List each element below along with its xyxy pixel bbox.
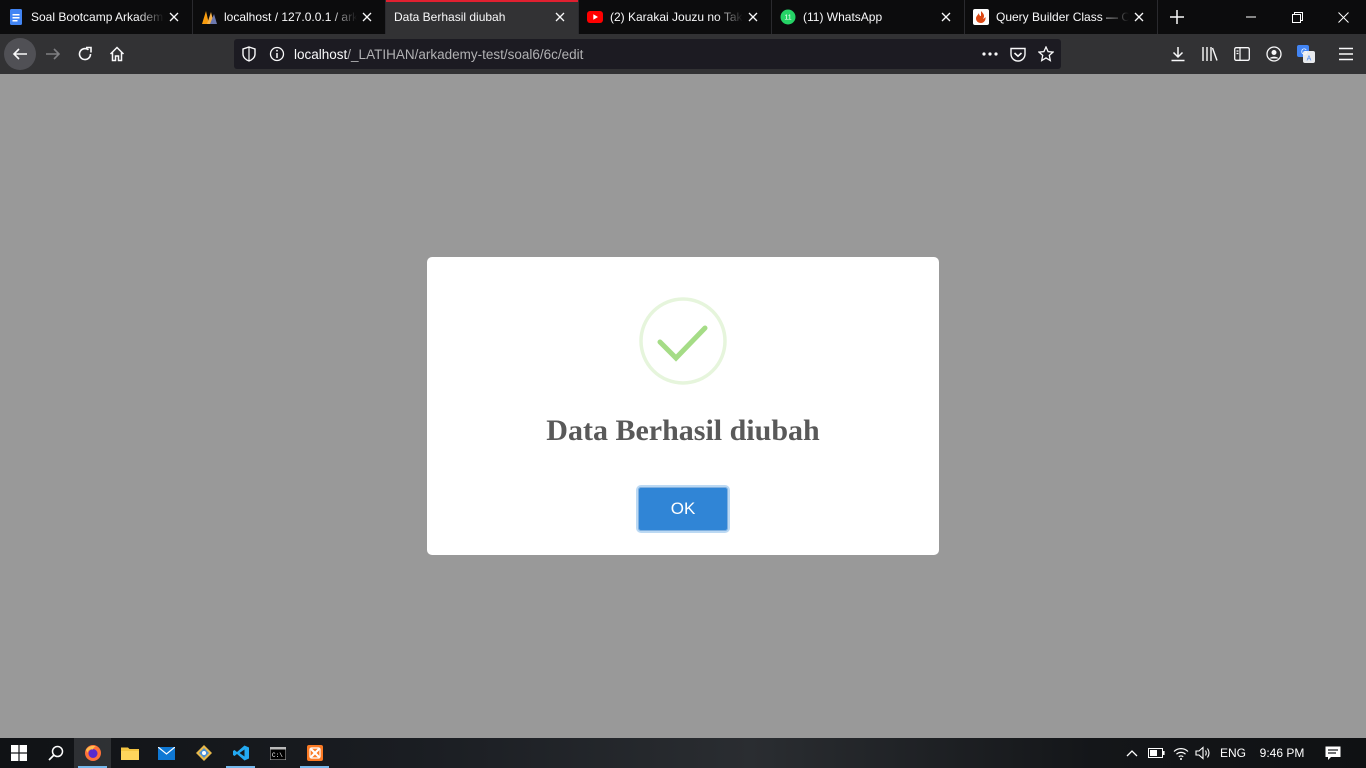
action-center-button[interactable] — [1318, 738, 1348, 768]
taskbar-xampp[interactable] — [296, 738, 333, 768]
close-icon — [1337, 11, 1349, 23]
taskbar-terminal[interactable]: C:\ — [259, 738, 296, 768]
pocket-icon[interactable] — [1008, 44, 1028, 64]
whatsapp-icon: 11 — [780, 9, 796, 25]
bookmark-star-icon[interactable] — [1036, 44, 1056, 64]
navigation-toolbar: localhost/_LATIHAN/arkademy-test/soal6/6… — [0, 34, 1366, 74]
home-button[interactable] — [101, 38, 133, 70]
minimize-icon — [1246, 16, 1256, 18]
search-button[interactable] — [37, 738, 74, 768]
menu-icon[interactable] — [1334, 42, 1358, 66]
arrow-right-icon — [46, 48, 61, 60]
clock[interactable]: 9:46 PM — [1254, 738, 1310, 768]
close-icon[interactable] — [936, 7, 956, 27]
tab-youtube[interactable]: (2) Karakai Jouzu no Takagi-san — [579, 0, 772, 34]
forward-button[interactable] — [37, 38, 69, 70]
plus-icon — [1170, 10, 1184, 24]
success-check-icon — [639, 297, 727, 385]
battery-icon[interactable] — [1145, 738, 1167, 768]
sidebar-icon[interactable] — [1230, 42, 1254, 66]
close-icon[interactable] — [164, 7, 184, 27]
new-tab-button[interactable] — [1160, 0, 1194, 34]
taskbar-firefox[interactable] — [74, 738, 111, 768]
tab-title: Query Builder Class — CodeIgniter — [996, 10, 1129, 24]
tab-title: Soal Bootcamp Arkademy — [31, 10, 164, 24]
back-button[interactable] — [4, 38, 36, 70]
tab-strip: Soal Bootcamp Arkademy localhost / 127.0… — [0, 0, 1366, 34]
translate-extension-icon[interactable]: GA — [1294, 42, 1318, 66]
close-icon[interactable] — [357, 7, 377, 27]
home-icon — [109, 46, 125, 62]
xampp-icon — [306, 745, 323, 761]
arrow-left-icon — [12, 48, 27, 60]
shield-icon[interactable] — [239, 44, 259, 64]
downloads-icon[interactable] — [1166, 42, 1190, 66]
minimize-button[interactable] — [1228, 0, 1274, 34]
tab-title: Data Berhasil diubah — [394, 10, 506, 24]
wifi-icon[interactable] — [1170, 738, 1192, 768]
phpmyadmin-icon — [201, 9, 217, 25]
terminal-icon: C:\ — [269, 746, 286, 760]
taskbar-mail[interactable] — [148, 738, 185, 768]
svg-text:11: 11 — [784, 15, 791, 22]
youtube-icon — [587, 9, 603, 25]
close-icon[interactable] — [550, 7, 570, 27]
tab-title: (11) WhatsApp — [803, 10, 883, 24]
google-docs-icon — [8, 9, 24, 25]
tab-data-berhasil-diubah[interactable]: Data Berhasil diubah — [386, 0, 579, 34]
input-language[interactable]: ENG — [1216, 738, 1250, 768]
svg-text:C:\: C:\ — [272, 752, 283, 759]
folder-icon — [120, 747, 139, 760]
volume-icon[interactable] — [1192, 738, 1214, 768]
tab-codeigniter[interactable]: Query Builder Class — CodeIgniter — [965, 0, 1158, 34]
codeigniter-icon — [973, 9, 989, 25]
tab-soal-bootcamp[interactable]: Soal Bootcamp Arkademy — [0, 0, 193, 34]
reload-icon — [78, 46, 92, 61]
tab-whatsapp[interactable]: 11 (11) WhatsApp — [772, 0, 965, 34]
ok-button[interactable]: OK — [636, 485, 730, 533]
url-bar[interactable]: localhost/_LATIHAN/arkademy-test/soal6/6… — [234, 39, 1061, 69]
tab-title: localhost / 127.0.0.1 / arkademy — [224, 10, 357, 24]
url-text[interactable]: localhost/_LATIHAN/arkademy-test/soal6/6… — [294, 47, 583, 62]
success-dialog: Data Berhasil diubah OK — [427, 257, 939, 555]
dialog-title: Data Berhasil diubah — [546, 414, 820, 447]
page-overlay: Data Berhasil diubah OK — [0, 74, 1366, 738]
show-hidden-icons-button[interactable] — [1122, 738, 1142, 768]
close-icon[interactable] — [1129, 7, 1149, 27]
windows-taskbar: C:\ ENG 9:46 PM — [0, 738, 1366, 768]
vscode-icon — [232, 745, 249, 761]
restore-button[interactable] — [1274, 0, 1320, 34]
info-icon[interactable] — [267, 44, 287, 64]
search-icon — [47, 745, 63, 761]
account-icon[interactable] — [1262, 42, 1286, 66]
start-button[interactable] — [0, 738, 37, 768]
notification-icon — [1325, 746, 1341, 760]
taskbar-vscode[interactable] — [222, 738, 259, 768]
chevron-up-icon — [1126, 750, 1138, 757]
reload-button[interactable] — [69, 38, 101, 70]
tab-phpmyadmin[interactable]: localhost / 127.0.0.1 / arkademy — [193, 0, 386, 34]
windows-logo-icon — [10, 745, 27, 761]
taskbar-sourcetree[interactable] — [185, 738, 222, 768]
firefox-icon — [84, 745, 101, 761]
close-window-button[interactable] — [1320, 0, 1366, 34]
tab-title: (2) Karakai Jouzu no Takagi-san — [610, 10, 743, 24]
page-actions-icon[interactable] — [980, 44, 1000, 64]
restore-icon — [1291, 11, 1303, 23]
library-icon[interactable] — [1198, 42, 1222, 66]
close-icon[interactable] — [743, 7, 763, 27]
taskbar-file-explorer[interactable] — [111, 738, 148, 768]
git-app-icon — [195, 745, 212, 761]
svg-text:A: A — [1307, 56, 1312, 63]
url-host: localhost — [294, 46, 348, 62]
mail-icon — [158, 746, 175, 760]
url-path: /_LATIHAN/arkademy-test/soal6/6c/edit — [347, 46, 584, 62]
